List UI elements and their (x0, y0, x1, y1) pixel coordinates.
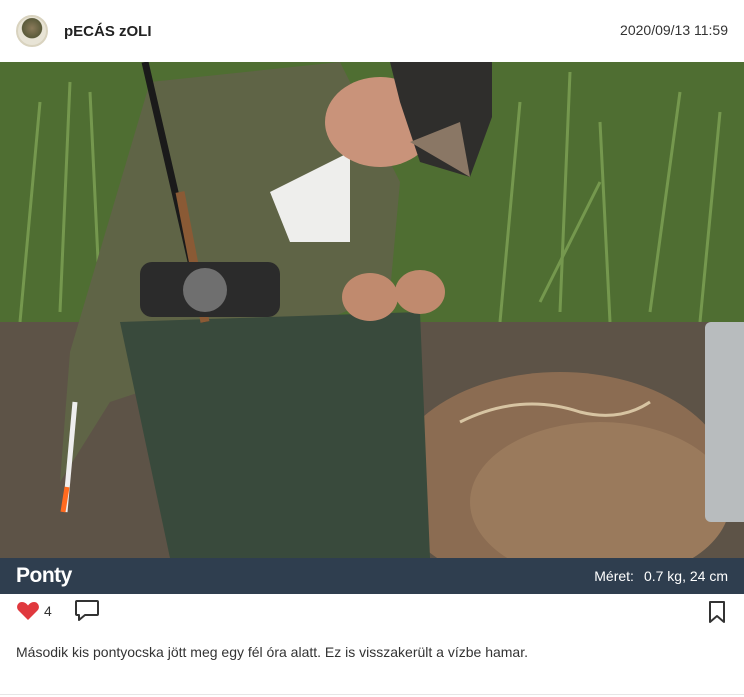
catch-meta: Méret: 0.7 kg, 24 cm (594, 568, 728, 584)
post-timestamp: 2020/09/13 11:59 (620, 22, 728, 38)
like-count: 4 (44, 603, 52, 619)
author-name[interactable]: pECÁS zOLI (64, 23, 152, 40)
catch-meta-label: Méret: (594, 568, 634, 584)
divider (0, 694, 744, 695)
catch-species: Ponty (16, 564, 72, 587)
catch-meta-value: 0.7 kg, 24 cm (643, 568, 728, 584)
avatar[interactable] (16, 15, 48, 47)
bookmark-icon[interactable] (708, 600, 726, 629)
post-actions: 4 (0, 594, 744, 628)
heart-icon[interactable] (16, 601, 40, 621)
post-caption: Második kis pontyocska jött meg egy fél … (16, 644, 528, 660)
comment-icon[interactable] (74, 599, 100, 623)
photo-illustration (0, 62, 744, 558)
post-header: pECÁS zOLI 2020/09/13 11:59 (0, 0, 744, 62)
catch-title-bar: Ponty Méret: 0.7 kg, 24 cm (0, 558, 744, 594)
post-photo[interactable] (0, 62, 744, 558)
